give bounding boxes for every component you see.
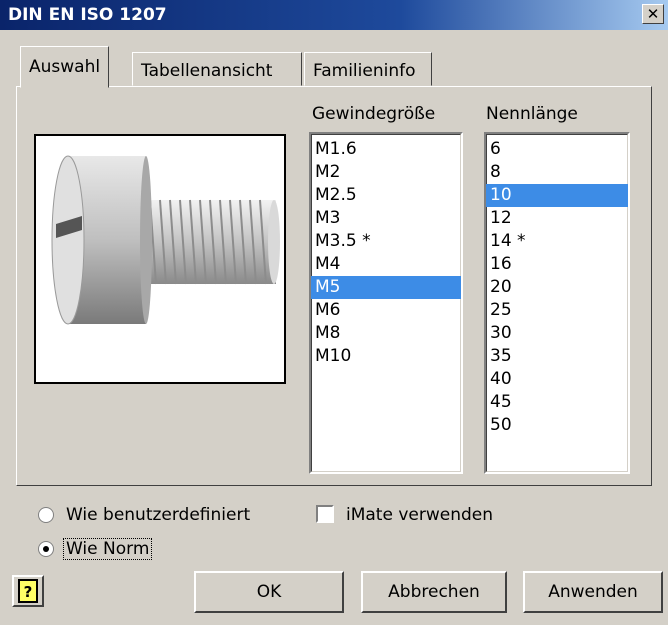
- close-icon: ✕: [646, 5, 660, 23]
- close-button[interactable]: ✕: [642, 4, 664, 24]
- cancel-button[interactable]: Abbrechen: [361, 571, 507, 613]
- tab-label: Tabellenansicht: [141, 61, 273, 81]
- apply-button[interactable]: Anwenden: [523, 571, 663, 613]
- help-icon: ?: [18, 579, 38, 603]
- ok-button-label: OK: [256, 582, 282, 602]
- ok-button[interactable]: OK: [194, 571, 344, 613]
- tab-tabellenansicht[interactable]: Tabellenansicht: [132, 52, 302, 86]
- apply-button-label: Anwenden: [548, 582, 638, 602]
- title-bar: DIN EN ISO 1207 ✕: [0, 0, 668, 30]
- help-glyph: ?: [24, 583, 33, 601]
- imate-checkbox[interactable]: [316, 505, 334, 523]
- tab-label: Auswahl: [29, 57, 101, 77]
- tab-auswahl[interactable]: Auswahl: [20, 46, 110, 88]
- radio-standard[interactable]: [38, 541, 54, 557]
- radio-checked-dot: [43, 546, 49, 552]
- radio-standard-label[interactable]: Wie Norm: [62, 538, 153, 560]
- radio-user-defined-label[interactable]: Wie benutzerdefiniert: [66, 505, 250, 525]
- imate-checkbox-label[interactable]: iMate verwenden: [346, 505, 493, 525]
- window-title: DIN EN ISO 1207: [8, 5, 167, 25]
- cancel-button-label: Abbrechen: [388, 582, 480, 602]
- tab-panel: [16, 86, 652, 486]
- tab-familieninfo[interactable]: Familieninfo: [304, 52, 432, 86]
- help-button[interactable]: ?: [12, 575, 44, 607]
- tab-label: Familieninfo: [313, 61, 416, 81]
- radio-user-defined[interactable]: [38, 507, 54, 523]
